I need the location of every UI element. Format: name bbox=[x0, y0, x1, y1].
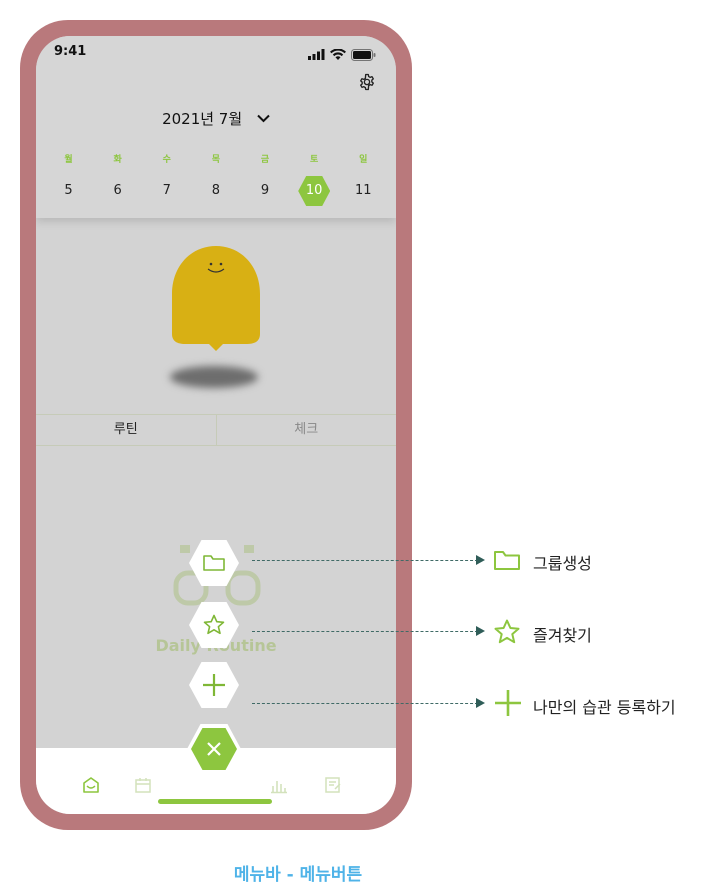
tab-routine[interactable]: 루틴 bbox=[36, 415, 216, 445]
home-icon[interactable] bbox=[82, 776, 100, 794]
annotation-line-folder bbox=[252, 560, 478, 561]
date-cell[interactable]: 7 bbox=[142, 176, 191, 206]
header-panel: 9:41 2021년 7월 월 화 수 목 금 토 일 5 6 7 8 9 10… bbox=[36, 36, 396, 218]
phone-screen: 9:41 2021년 7월 월 화 수 목 금 토 일 5 6 7 8 9 10… bbox=[36, 36, 396, 814]
close-icon bbox=[207, 742, 221, 756]
annotation-line-star bbox=[252, 631, 478, 632]
home-indicator bbox=[158, 799, 272, 804]
plus-icon bbox=[203, 674, 225, 696]
date-cell[interactable]: 5 bbox=[44, 176, 93, 206]
date-cell[interactable]: 11 bbox=[339, 176, 388, 206]
date-cell-selected[interactable]: 10 bbox=[290, 176, 339, 206]
month-label: 2021년 7월 bbox=[162, 110, 243, 128]
month-selector[interactable]: 2021년 7월 bbox=[36, 108, 396, 129]
annotation-line-plus bbox=[252, 703, 478, 704]
tab-bar: 루틴 체크 bbox=[36, 414, 396, 446]
date-cell[interactable]: 6 bbox=[93, 176, 142, 206]
date-cell[interactable]: 8 bbox=[191, 176, 240, 206]
weekday-tue: 화 bbox=[113, 155, 122, 165]
settings-gear-icon[interactable] bbox=[358, 73, 376, 91]
battery-icon bbox=[351, 48, 376, 61]
mascot-shadow bbox=[170, 366, 258, 388]
note-icon[interactable] bbox=[324, 776, 342, 794]
calendar-icon[interactable] bbox=[134, 776, 152, 794]
bar-chart-icon[interactable] bbox=[270, 776, 288, 794]
selected-date-label: 10 bbox=[305, 183, 323, 198]
tab-check[interactable]: 체크 bbox=[215, 415, 397, 445]
weekday-wed: 수 bbox=[162, 155, 171, 165]
star-icon bbox=[203, 614, 225, 635]
status-icons bbox=[307, 44, 376, 61]
weekday-mon: 월 bbox=[64, 155, 73, 165]
status-time: 9:41 bbox=[54, 44, 87, 59]
folder-icon bbox=[494, 551, 520, 570]
annotation-arrow-plus bbox=[476, 698, 485, 708]
weekday-sat: 토 bbox=[310, 155, 319, 165]
annotation-arrow-star bbox=[476, 626, 485, 636]
weekday-fri: 금 bbox=[260, 155, 270, 165]
mascot-character-icon bbox=[172, 246, 260, 351]
date-cell[interactable]: 9 bbox=[241, 176, 290, 206]
star-icon bbox=[494, 619, 520, 644]
add-habit-button[interactable] bbox=[189, 662, 239, 708]
page-caption: 메뉴바 - 메뉴버튼 bbox=[233, 865, 363, 885]
close-button-hexagon bbox=[191, 728, 237, 770]
chevron-down-icon bbox=[257, 114, 270, 123]
weekday-thu: 목 bbox=[211, 155, 221, 165]
folder-icon bbox=[203, 555, 225, 571]
status-bar: 9:41 bbox=[36, 36, 396, 66]
weekday-sun: 일 bbox=[359, 155, 368, 165]
date-row: 5 6 7 8 9 10 11 bbox=[44, 176, 388, 206]
annotation-label-favorites: 즐겨찾기 bbox=[533, 626, 592, 645]
annotation-label-add-habit: 나만의 습관 등록하기 bbox=[533, 698, 676, 717]
wifi-icon bbox=[329, 48, 346, 60]
signal-icon bbox=[307, 49, 325, 60]
weekday-row: 월 화 수 목 금 토 일 bbox=[44, 152, 388, 165]
annotation-label-create-group: 그룹생성 bbox=[533, 554, 592, 573]
annotation-arrow-folder bbox=[476, 555, 485, 565]
plus-icon bbox=[495, 690, 521, 716]
